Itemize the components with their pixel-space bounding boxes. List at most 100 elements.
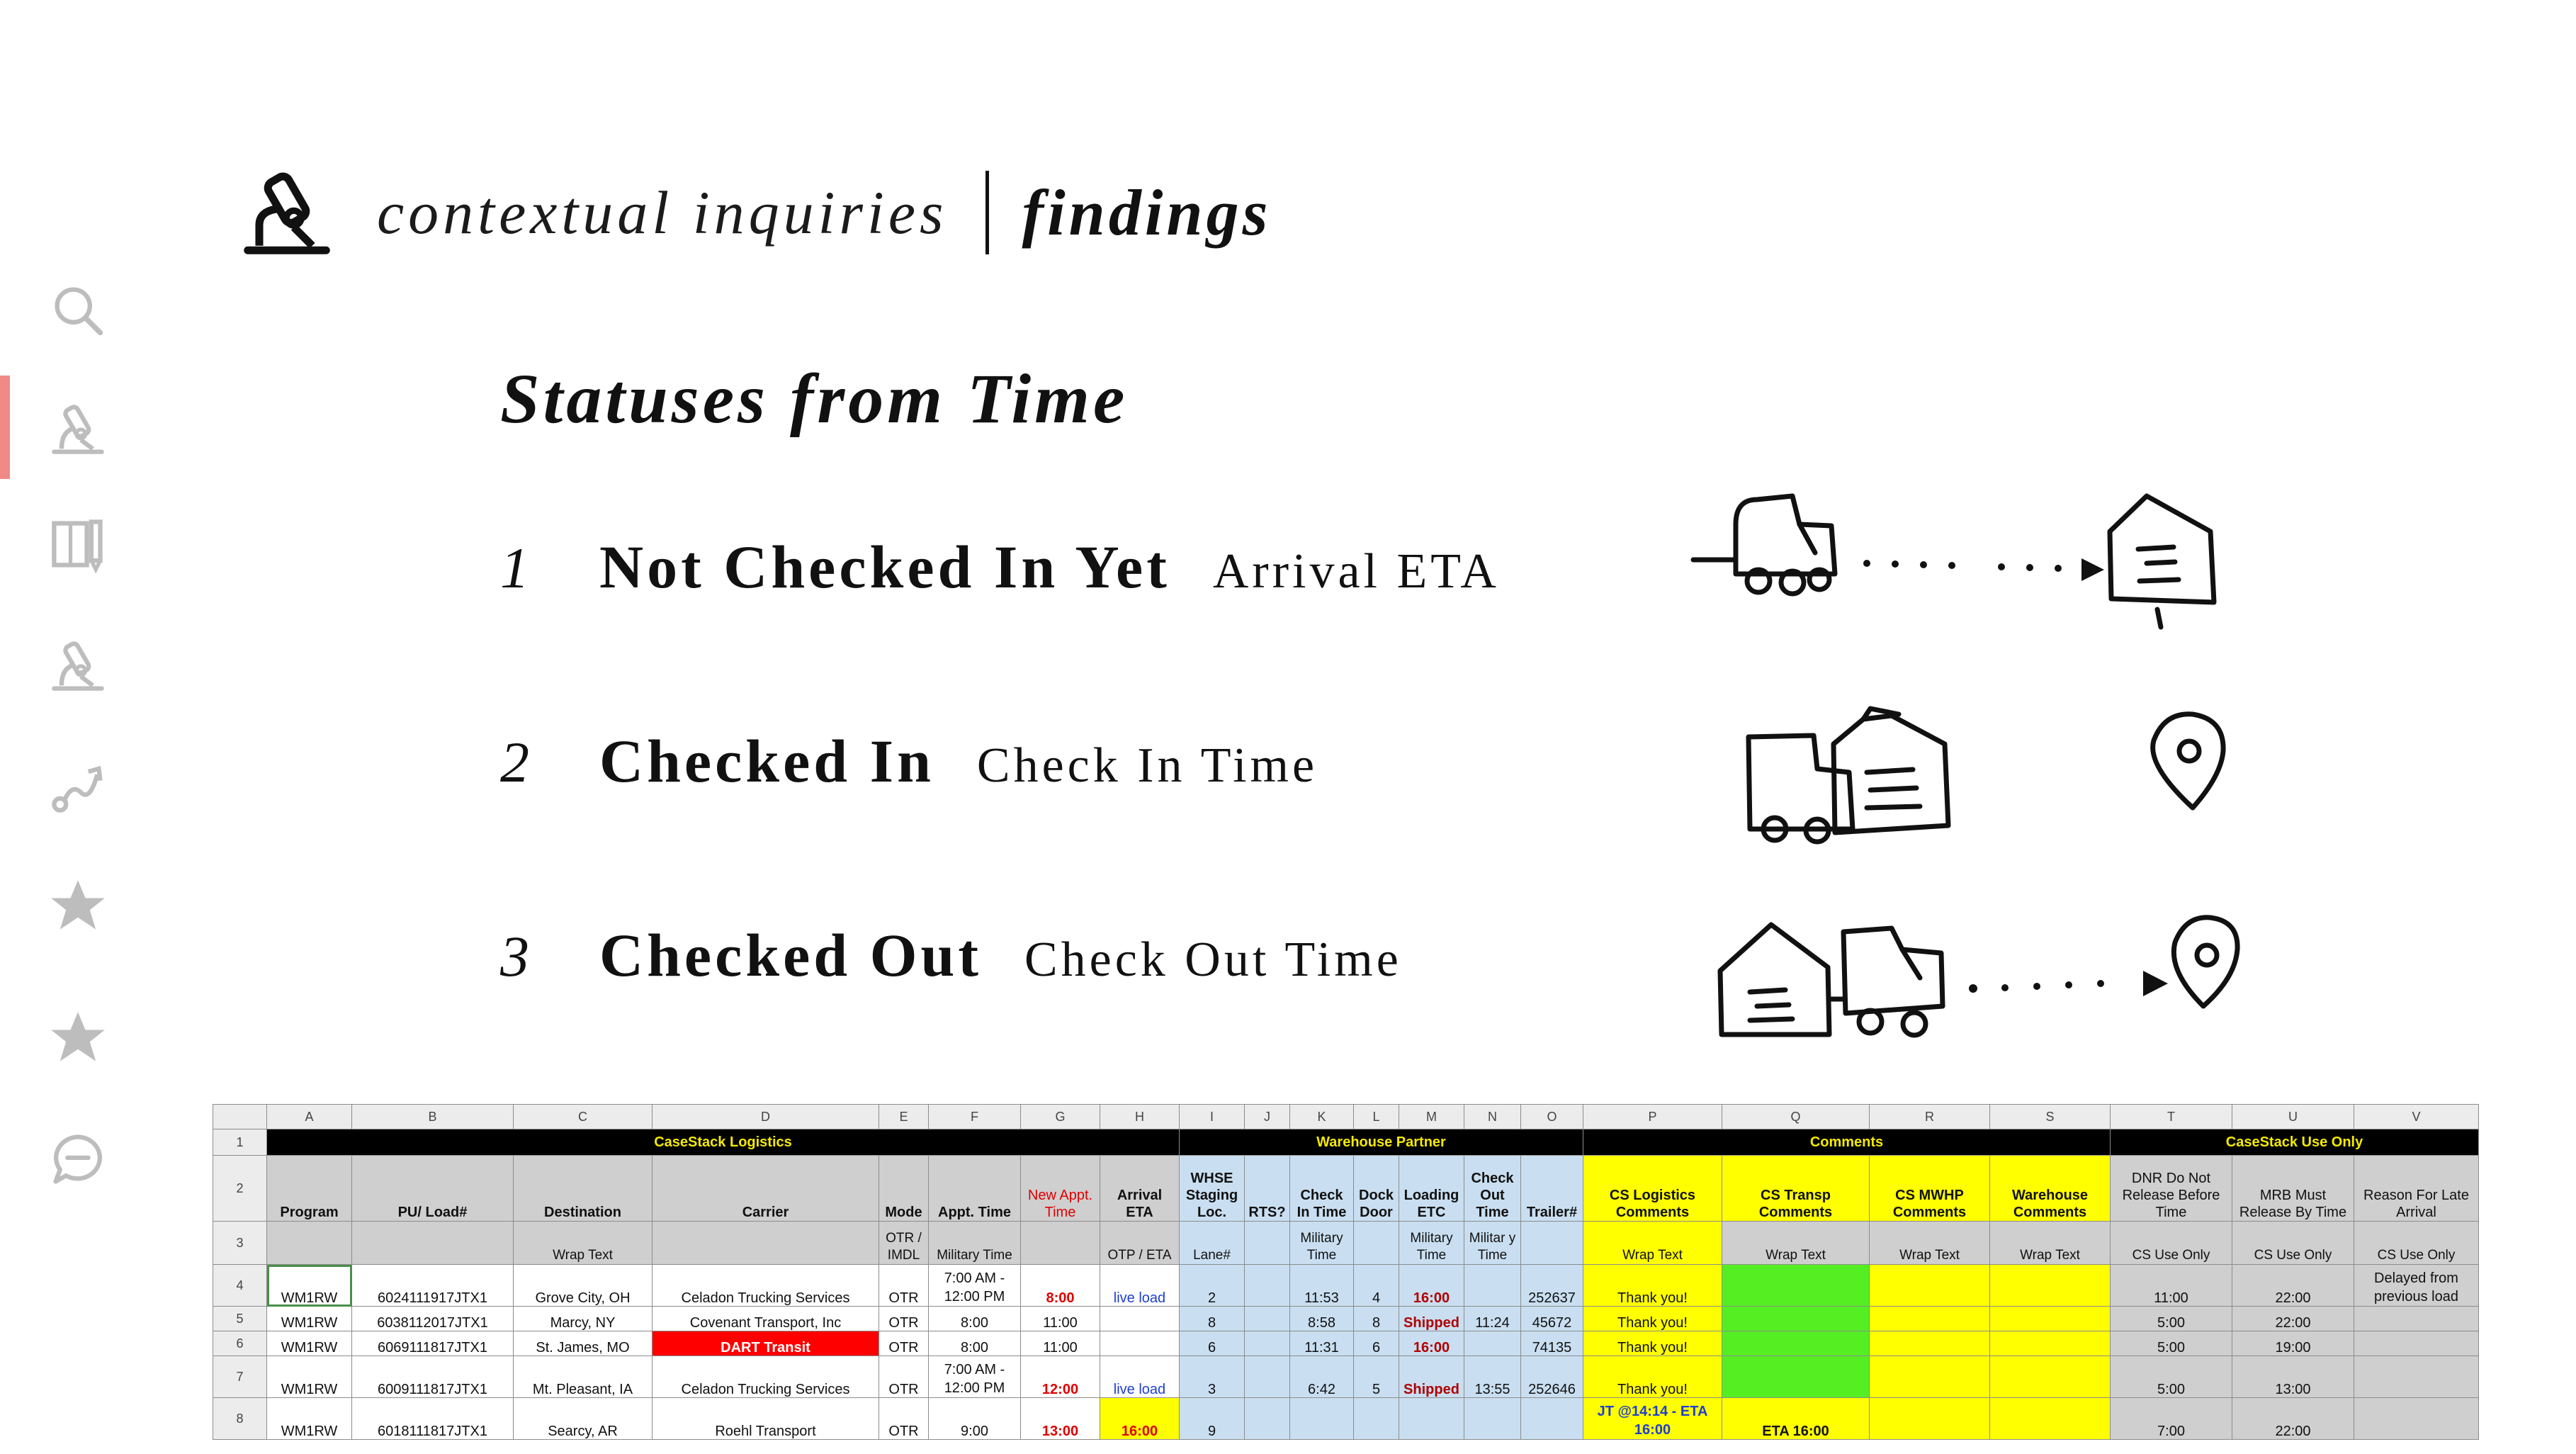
cell-destination[interactable]: Grove City, OH (513, 1264, 653, 1307)
column-header[interactable]: D (652, 1104, 879, 1129)
column-header[interactable]: N (1464, 1104, 1521, 1129)
column-header[interactable]: S (1989, 1104, 2111, 1129)
cell-new-appt[interactable]: 11:00 (1020, 1306, 1100, 1331)
cell-destination[interactable]: Marcy, NY (513, 1306, 653, 1331)
cell-cs-logistics[interactable]: Thank you! (1583, 1331, 1722, 1356)
cell-cs-logistics[interactable]: Thank you! (1583, 1264, 1722, 1307)
column-header[interactable]: B (351, 1104, 514, 1129)
header-mrb[interactable]: MRB Must Release By Time (2232, 1155, 2354, 1222)
cell-trailer[interactable]: 252637 (1520, 1264, 1583, 1307)
subheader-cell[interactable]: OTR / IMDL (879, 1221, 929, 1265)
cell-load[interactable]: 6024111917JTX1 (351, 1264, 514, 1307)
cell-eta[interactable]: live load (1100, 1264, 1180, 1307)
header-appt-time[interactable]: Appt. Time (928, 1155, 1021, 1222)
column-header[interactable]: Q (1722, 1104, 1870, 1129)
cell-loading[interactable] (1399, 1397, 1464, 1440)
header-new-appt-time[interactable]: New Appt. Time (1020, 1155, 1100, 1222)
subheader-cell[interactable] (1244, 1221, 1290, 1265)
header-rts[interactable]: RTS? (1244, 1155, 1290, 1222)
cell-check-out[interactable]: 11:24 (1464, 1306, 1521, 1331)
cell-appt[interactable]: 8:00 (928, 1331, 1021, 1356)
cell-new-appt[interactable]: 8:00 (1020, 1264, 1100, 1307)
column-header[interactable]: P (1583, 1104, 1722, 1129)
cell-trailer[interactable]: 45672 (1520, 1306, 1583, 1331)
cell-check-in[interactable]: 8:58 (1289, 1306, 1354, 1331)
group-comments[interactable]: Comments (1583, 1129, 2111, 1156)
cell-loading[interactable]: Shipped (1399, 1306, 1464, 1331)
subheader-cell[interactable]: Militar y Time (1464, 1221, 1521, 1265)
header-warehouse-comments[interactable]: Warehouse Comments (1989, 1155, 2111, 1222)
header-cs-mwhp[interactable]: CS MWHP Comments (1869, 1155, 1990, 1222)
column-header[interactable]: M (1399, 1104, 1464, 1129)
subheader-cell[interactable]: Military Time (1289, 1221, 1354, 1265)
row-number[interactable]: 2 (213, 1155, 267, 1222)
column-header[interactable]: O (1520, 1104, 1583, 1129)
cell-cs-logistics[interactable]: Thank you! (1583, 1356, 1722, 1398)
cell-cs-transp[interactable] (1722, 1356, 1870, 1398)
cell-mode[interactable]: OTR (879, 1397, 929, 1440)
cell-check-out[interactable]: 13:55 (1464, 1356, 1521, 1398)
cell-rts[interactable] (1244, 1306, 1290, 1331)
cell-lane[interactable]: 6 (1179, 1331, 1245, 1356)
cell-cs-logistics[interactable]: JT @14:14 - ETA 16:00 (1583, 1397, 1722, 1440)
column-header[interactable]: V (2354, 1104, 2479, 1129)
sidebar-item-starred[interactable] (28, 988, 128, 1087)
group-casestack-use-only[interactable]: CaseStack Use Only (2110, 1129, 2479, 1156)
cell-check-out[interactable] (1464, 1397, 1521, 1440)
cell-dock[interactable]: 6 (1353, 1331, 1399, 1356)
cell-late-reason[interactable] (2354, 1397, 2479, 1440)
header-trailer[interactable]: Trailer# (1520, 1155, 1583, 1222)
header-arrival-eta[interactable]: Arrival ETA (1100, 1155, 1180, 1222)
column-header[interactable]: G (1020, 1104, 1100, 1129)
cell-program[interactable]: WM1RW (266, 1397, 352, 1440)
cell-cs-transp[interactable] (1722, 1331, 1870, 1356)
cell-warehouse-comments[interactable] (1989, 1264, 2111, 1307)
subheader-cell[interactable]: CS Use Only (2110, 1221, 2232, 1265)
cell-appt[interactable]: 7:00 AM - 12:00 PM (928, 1356, 1021, 1398)
cell-check-out[interactable] (1464, 1264, 1521, 1307)
header-cs-logistics[interactable]: CS Logistics Comments (1583, 1155, 1722, 1222)
cell-carrier[interactable]: Covenant Transport, Inc (652, 1306, 879, 1331)
cell-load[interactable]: 6069111817JTX1 (351, 1331, 514, 1356)
cell-eta[interactable]: live load (1100, 1356, 1180, 1398)
subheader-cell[interactable]: Wrap Text (1583, 1221, 1722, 1265)
cell-load[interactable]: 6009111817JTX1 (351, 1356, 514, 1398)
cell-dnr[interactable]: 5:00 (2110, 1306, 2232, 1331)
cell-mode[interactable]: OTR (879, 1264, 929, 1307)
cell-new-appt[interactable]: 12:00 (1020, 1356, 1100, 1398)
cell-program[interactable]: WM1RW (266, 1264, 352, 1307)
cell-lane[interactable]: 3 (1179, 1356, 1245, 1398)
header-cs-transp[interactable]: CS Transp Comments (1722, 1155, 1870, 1222)
cell-cs-transp[interactable] (1722, 1306, 1870, 1331)
cell-check-in[interactable]: 6:42 (1289, 1356, 1354, 1398)
header-check-out[interactable]: Check Out Time (1464, 1155, 1521, 1222)
header-dock-door[interactable]: Dock Door (1353, 1155, 1399, 1222)
cell-program[interactable]: WM1RW (266, 1331, 352, 1356)
column-header[interactable]: L (1353, 1104, 1399, 1129)
cell-late-reason[interactable] (2354, 1331, 2479, 1356)
cell-new-appt[interactable]: 11:00 (1020, 1331, 1100, 1356)
cell-rts[interactable] (1244, 1356, 1290, 1398)
header-load[interactable]: PU/ Load# (351, 1155, 514, 1222)
cell-lane[interactable]: 9 (1179, 1397, 1245, 1440)
cell-mrb[interactable]: 22:00 (2232, 1264, 2354, 1307)
cell-late-reason[interactable] (2354, 1356, 2479, 1398)
group-warehouse-partner[interactable]: Warehouse Partner (1179, 1129, 1583, 1156)
cell-loading[interactable]: 16:00 (1399, 1264, 1464, 1307)
sidebar-item-journey[interactable] (28, 737, 128, 836)
cell-appt[interactable]: 8:00 (928, 1306, 1021, 1331)
subheader-cell[interactable]: Military Time (928, 1221, 1021, 1265)
header-staging[interactable]: WHSE Staging Loc. (1179, 1155, 1245, 1222)
cell-load[interactable]: 6038112017JTX1 (351, 1306, 514, 1331)
cell-carrier[interactable]: Celadon Trucking Services (652, 1356, 879, 1398)
cell-carrier[interactable]: Celadon Trucking Services (652, 1264, 879, 1307)
cell-trailer[interactable] (1520, 1397, 1583, 1440)
cell-program[interactable]: WM1RW (266, 1356, 352, 1398)
subheader-cell[interactable] (1520, 1221, 1583, 1265)
sidebar-item-search[interactable] (28, 261, 128, 360)
cell-cs-mwhp[interactable] (1869, 1356, 1990, 1398)
cell-lane[interactable]: 8 (1179, 1306, 1245, 1331)
cell-rts[interactable] (1244, 1397, 1290, 1440)
cell-dnr[interactable]: 5:00 (2110, 1331, 2232, 1356)
cell-check-in[interactable]: 11:31 (1289, 1331, 1354, 1356)
